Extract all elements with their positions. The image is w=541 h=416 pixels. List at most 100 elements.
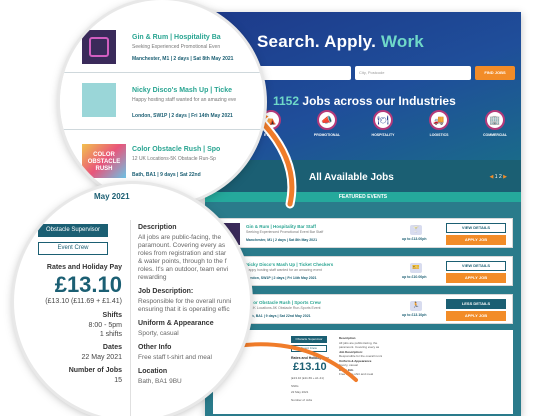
job-row[interactable]: Nicky Disco's Mash Up | Ticket Checkers … bbox=[213, 256, 513, 286]
job-title[interactable]: Gin & Rum | Hospitality Bar Staff bbox=[246, 224, 316, 229]
job-location: Manchester, M1 | 2 days | Sat 8th May 20… bbox=[246, 238, 318, 242]
zoom-desc-line: rewarding bbox=[138, 274, 167, 281]
view-details-button[interactable]: VIEW DETAILS bbox=[446, 261, 506, 271]
zoom-oi-text: Free staff t-shirt and meal bbox=[138, 354, 212, 361]
job-pay: up to £13.10ph bbox=[402, 313, 427, 317]
logo-frame-icon bbox=[89, 37, 109, 57]
megaphone-icon: 📣 bbox=[317, 110, 337, 130]
zoom-desc-line: All jobs are public-facing, the bbox=[138, 234, 222, 241]
thumbnail-text: COLOR OBSTACLE RUSH bbox=[87, 152, 121, 172]
job-row[interactable]: Gin & Rum | Hospitality Bar Staff Seekin… bbox=[213, 218, 513, 248]
prev-arrow-icon[interactable]: ◀ bbox=[490, 174, 494, 180]
zoom-price-value: £13.10 bbox=[54, 272, 122, 297]
zoom-job-title[interactable]: Color Obstacle Rush | Spo bbox=[132, 146, 220, 153]
zoom-job-desc: Seeking Experienced Promotional Even bbox=[132, 44, 221, 50]
category-label: COMMERCIAL bbox=[482, 133, 508, 137]
job-detail-panel: Obstacle Supervisor Event Crew Rates and… bbox=[213, 330, 513, 414]
zoom-rates-label: Rates and Holiday Pay bbox=[46, 264, 122, 271]
category-label: LOGISTICS bbox=[429, 133, 449, 137]
zoom-job-location: Manchester, M1 | 2 days | Sat 8th May 20… bbox=[132, 56, 234, 62]
job-location: London, SW1P | 2 days | Fri 14th May 202… bbox=[246, 276, 317, 280]
zoom-shifts-time: 8:00 - 5pm bbox=[88, 322, 122, 329]
dates-value: 22 May 2021 bbox=[291, 390, 309, 394]
job-row[interactable]: Color Obstacle Rush | Sports Crew 12 UK … bbox=[213, 294, 513, 324]
zoom-desc-line: & water points, through to the f bbox=[138, 258, 227, 265]
zoom-role-badge-secondary: Event Crew bbox=[38, 242, 108, 255]
job-pay: up to £13.00ph bbox=[402, 237, 427, 241]
zoom-jd-heading: Job Description: bbox=[138, 288, 194, 295]
zoom-job-row[interactable]: Gin & Rum | Hospitality Ba Seeking Exper… bbox=[60, 20, 264, 70]
job-desc: Happy hosting staff wanted for an amazin… bbox=[246, 268, 322, 272]
zoom-job-thumbnail: COLOR OBSTACLE RUSH bbox=[82, 144, 126, 178]
less-details-button[interactable]: LESS DETAILS bbox=[446, 299, 506, 309]
hero-title: Search. Apply. Work bbox=[257, 32, 424, 52]
zoom-oi-heading: Other Info bbox=[138, 344, 172, 351]
zoom-job-thumbnail bbox=[82, 30, 116, 64]
zoom-desc-line: roles. It's an outdoor, team envi bbox=[138, 266, 229, 273]
zoom-shifts-label: Shifts bbox=[102, 312, 122, 319]
description-block: Description All jobs are public-facing, … bbox=[339, 336, 499, 377]
oi-text: Free staff t-shirt and meal bbox=[339, 372, 374, 376]
zoom-ua-text: Sporty, casual bbox=[138, 330, 179, 337]
job-title[interactable]: Color Obstacle Rush | Sports Crew bbox=[246, 300, 321, 305]
location-input[interactable]: City, Postcode bbox=[355, 66, 471, 80]
zoom-jd-line: ensuring that it is operating effic bbox=[138, 306, 230, 313]
job-desc: 12 UK Locations-5K Obstacle Run-Sports E… bbox=[246, 306, 321, 310]
next-arrow-icon[interactable]: ▶ bbox=[503, 174, 507, 180]
pager: ◀ 1 2 ▶ bbox=[490, 174, 507, 180]
zoom-desc-line: roles from registration and star bbox=[138, 250, 227, 257]
apply-job-button[interactable]: APPLY JOB bbox=[446, 273, 506, 283]
zoom-desc-line: paramount. Covering every as bbox=[138, 242, 226, 249]
job-title[interactable]: Nicky Disco's Mash Up | Ticket Checkers bbox=[246, 262, 333, 267]
category-commercial[interactable]: 🏢 COMMERCIAL bbox=[477, 110, 513, 137]
zoom-shifts-count: 1 shifts bbox=[99, 331, 122, 338]
role-badge-primary: Obstacle Supervisor bbox=[291, 336, 327, 343]
bar-icon: 🍸 bbox=[410, 225, 422, 235]
price-breakdown: (£13.10 (£11.69 + £1.41) bbox=[291, 376, 324, 380]
job-location: Bath, BA1 | 9 days | Sat 22nd May 2021 bbox=[246, 314, 311, 318]
category-promotional[interactable]: 📣 PROMOTIONAL bbox=[309, 110, 345, 137]
jobs-count: 1152 Jobs across our Industries bbox=[273, 94, 456, 108]
building-icon: 🏢 bbox=[485, 110, 505, 130]
apply-job-button[interactable]: APPLY JOB bbox=[446, 311, 506, 321]
search-bar: Job Title City, Postcode FIND JOBS bbox=[235, 66, 517, 80]
available-jobs-title: All Available Jobs bbox=[309, 172, 394, 183]
find-jobs-button[interactable]: FIND JOBS bbox=[475, 66, 515, 80]
pager-page-1[interactable]: 1 bbox=[495, 174, 498, 180]
zoom-job-thumbnail bbox=[82, 83, 116, 117]
job-pay: up to £10.00ph bbox=[402, 275, 427, 279]
zoom-circle-job-list: Gin & Rum | Hospitality Ba Seeking Exper… bbox=[60, 0, 264, 204]
rates-label: Rates and Holiday Pay bbox=[291, 356, 329, 360]
shifts-label: Shifts bbox=[291, 384, 299, 388]
zoom-loc-heading: Location bbox=[138, 368, 168, 375]
zoom-job-row[interactable]: Nicky Disco's Mash Up | Ticke Happy host… bbox=[60, 72, 264, 130]
category-list: ⛺ EVENTS 📣 PROMOTIONAL 🍽 HOSPITALITY 🚚 L… bbox=[253, 110, 513, 137]
view-details-button[interactable]: VIEW DETAILS bbox=[446, 223, 506, 233]
zoom-job-title[interactable]: Gin & Rum | Hospitality Ba bbox=[132, 34, 221, 41]
pager-page-2[interactable]: 2 bbox=[499, 174, 502, 180]
category-logistics[interactable]: 🚚 LOGISTICS bbox=[421, 110, 457, 137]
zoom-divider bbox=[130, 220, 131, 416]
ticket-icon: 🎫 bbox=[410, 263, 422, 273]
category-hospitality[interactable]: 🍽 HOSPITALITY bbox=[365, 110, 401, 137]
runner-icon: 🏃 bbox=[410, 301, 422, 311]
truck-icon: 🚚 bbox=[429, 110, 449, 130]
job-list: Gin & Rum | Hospitality Bar Staff Seekin… bbox=[205, 202, 521, 416]
zoom-price-breakdown: (£13.10 (£11.69 + £1.41) bbox=[45, 298, 122, 305]
tent-icon: ⛺ bbox=[261, 110, 281, 130]
zoom-job-desc: 12 UK Locations-5K Obstacle Run-Sp bbox=[132, 156, 216, 162]
jobs-count-text: Jobs across our Industries bbox=[302, 94, 456, 108]
zoom-ua-heading: Uniform & Appearance bbox=[138, 320, 214, 327]
hero-title-main: Search. Apply. bbox=[257, 32, 377, 51]
category-label: PROMOTIONAL bbox=[313, 133, 341, 137]
jobs-count-number: 1152 bbox=[273, 94, 300, 108]
role-badge-secondary: Event Crew bbox=[291, 345, 327, 352]
zoom-positions-value: 15 bbox=[114, 377, 122, 384]
zoom-loc-text: Bath, BA1 9BU bbox=[138, 378, 182, 385]
zoom-job-title[interactable]: Nicky Disco's Mash Up | Ticke bbox=[132, 87, 232, 94]
zoom-circle-job-details: May 2021 Obstacle Supervisor Event Crew … bbox=[14, 184, 250, 416]
apply-job-button[interactable]: APPLY JOB bbox=[446, 235, 506, 245]
zoom-jd-line: Responsible for the overall runni bbox=[138, 298, 232, 305]
zoom-job-location: London, SW1P | 2 days | Fri 14th May 202… bbox=[132, 113, 233, 119]
price-value: £13.10 bbox=[293, 361, 327, 373]
